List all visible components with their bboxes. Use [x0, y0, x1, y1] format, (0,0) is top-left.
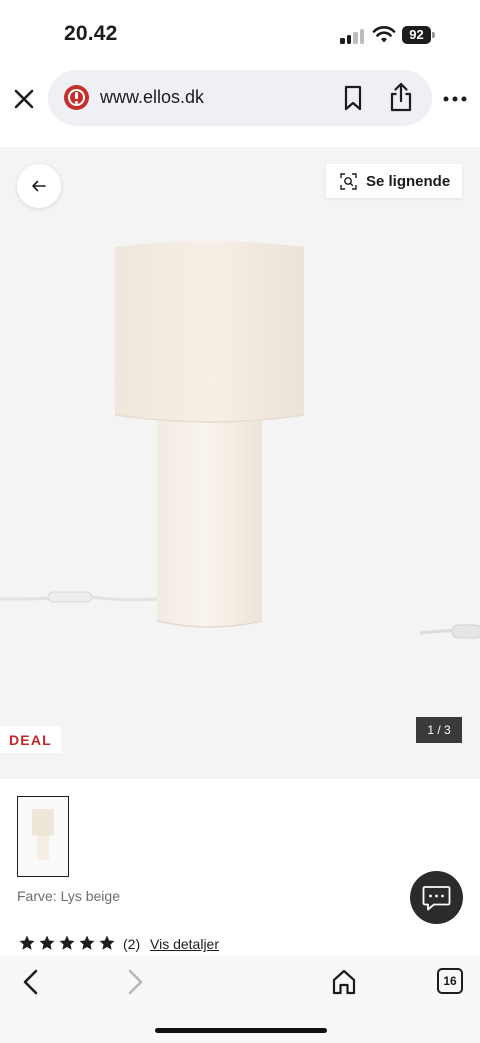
chevron-right-icon[interactable]: [122, 967, 148, 997]
star-icon: [79, 935, 95, 950]
tabs-count: 16: [443, 974, 457, 988]
star-icon: [19, 935, 35, 950]
review-count: (2): [123, 936, 141, 952]
visual-search-icon: [340, 173, 357, 190]
star-icon: [39, 935, 55, 950]
url-text[interactable]: www.ellos.dk: [100, 87, 204, 108]
browser-toolbar: 16: [0, 955, 480, 1043]
star-icon: [99, 935, 115, 950]
chat-bubble-icon: [422, 886, 451, 911]
back-arrow-button[interactable]: [17, 164, 61, 208]
cellular-signal-icon: [340, 28, 366, 44]
lamp-product-photo: [0, 241, 480, 639]
security-warning-icon[interactable]: [64, 85, 89, 110]
view-details-link[interactable]: Vis detaljer: [150, 936, 219, 952]
status-time: 20.42: [64, 22, 118, 45]
image-counter: 1 / 3: [416, 717, 462, 743]
address-bar[interactable]: www.ellos.dk: [48, 70, 432, 126]
see-similar-button[interactable]: Se lignende: [326, 164, 462, 198]
share-icon[interactable]: [388, 81, 414, 113]
status-bar: 20.42 92: [0, 0, 480, 70]
battery-level: 92: [402, 26, 431, 44]
product-thumbnail[interactable]: [17, 796, 69, 877]
bookmark-icon[interactable]: [341, 84, 365, 112]
color-variant-text: Farve: Lys beige: [17, 888, 120, 904]
lamp-thumbnail-image: [18, 797, 68, 876]
star-icon: [59, 935, 75, 950]
arrow-left-icon: [32, 180, 46, 192]
deal-badge-label: DEAL: [9, 732, 52, 748]
browser-address-row: www.ellos.dk: [0, 70, 480, 132]
chat-button[interactable]: [410, 871, 463, 924]
more-options-icon[interactable]: [440, 87, 470, 111]
wifi-icon: [372, 26, 396, 43]
home-indicator: [155, 1028, 327, 1033]
deal-badge: DEAL: [0, 726, 61, 753]
close-icon[interactable]: [10, 85, 38, 113]
home-icon[interactable]: [330, 967, 358, 997]
battery-icon: 92: [402, 26, 436, 44]
see-similar-label: Se lignende: [366, 173, 451, 190]
chevron-left-icon[interactable]: [18, 967, 44, 997]
tabs-button[interactable]: 16: [437, 968, 463, 994]
product-image-carousel[interactable]: Se lignende DEAL 1 / 3: [0, 147, 480, 779]
